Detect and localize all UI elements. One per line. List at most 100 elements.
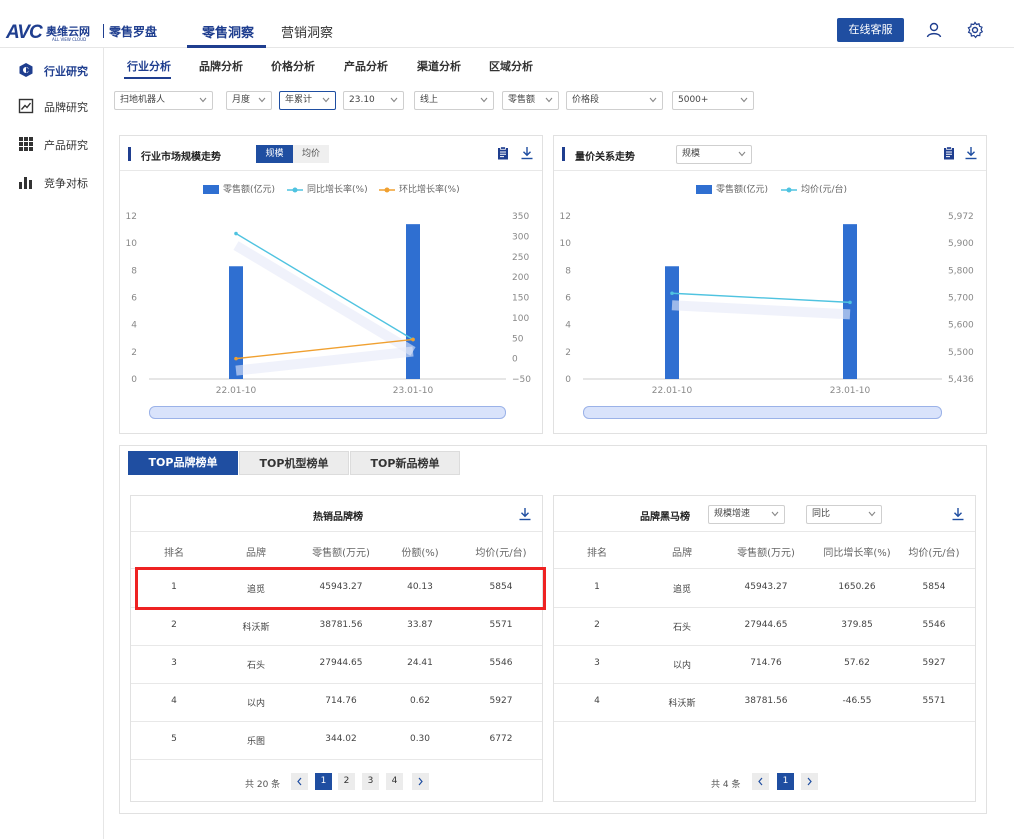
tab-top-models[interactable]: TOP机型榜单 (239, 451, 349, 475)
table-cell: 344.02 (325, 734, 357, 744)
x-tick-label: 23.01-10 (393, 386, 434, 396)
x-tick-label: 22.01-10 (216, 386, 257, 396)
series-shadow (233, 241, 416, 356)
pagination-next[interactable] (412, 773, 429, 790)
online-service-button[interactable]: 在线客服 (837, 18, 904, 42)
price-value-select[interactable]: 5000+ (672, 91, 754, 110)
category-select[interactable]: 扫地机器人 (114, 91, 213, 110)
pagination-prev[interactable] (752, 773, 769, 790)
subtab-channel-analysis[interactable]: 渠道分析 (417, 58, 461, 74)
table-cell: 以内 (246, 699, 265, 709)
table-row[interactable]: 1 追觅 45943.27 1650.26 5854 (554, 569, 975, 607)
logo-avc[interactable]: AVC (6, 22, 43, 44)
table-cell: 2 (171, 620, 177, 630)
pagination-page-1[interactable]: 1 (315, 773, 332, 790)
table-cell: 5854 (922, 582, 946, 592)
table-cell: 5927 (922, 658, 946, 668)
grid-icon (18, 136, 34, 152)
table-row[interactable]: 2 科沃斯 38781.56 33.87 5571 (131, 607, 542, 645)
series-line-0[interactable] (235, 232, 414, 341)
pagination-page-3[interactable]: 3 (362, 773, 379, 790)
series-line-0[interactable] (671, 292, 851, 304)
bar-22.01-10[interactable] (665, 266, 679, 379)
y-tick-label-left: 10 (560, 239, 572, 249)
industry-icon (18, 62, 34, 78)
table-cell: 科沃斯 (668, 699, 696, 709)
table-cell: 乐图 (246, 737, 265, 747)
y-tick-label-right: 300 (512, 232, 529, 242)
pagination-page-4[interactable]: 4 (386, 773, 403, 790)
subtab-industry-analysis[interactable]: 行业分析 (127, 58, 171, 74)
chart-zoom-scrollbar[interactable] (149, 406, 506, 419)
table-row[interactable]: 2 石头 27944.65 379.85 5546 (554, 607, 975, 645)
y-tick-label-left: 12 (126, 212, 137, 222)
sidebar-item-brand[interactable]: 品牌研究 (18, 96, 98, 116)
series-point[interactable] (234, 356, 238, 361)
pagination-next[interactable] (801, 773, 818, 790)
download-icon[interactable] (951, 507, 965, 521)
tab-top-brands[interactable]: TOP品牌榜单 (128, 451, 238, 475)
table-row[interactable]: 4 科沃斯 38781.56 -46.55 5571 (554, 683, 975, 721)
column-header-sales: 零售额(万元) (312, 548, 370, 559)
date-select[interactable]: 23.10 (343, 91, 404, 110)
chevron-down-icon (390, 97, 398, 103)
subtab-region-analysis[interactable]: 区域分析 (489, 58, 533, 74)
chevron-down-icon (649, 97, 657, 103)
dark-horse-panel: 品牌黑马榜 规模增速 同比 排名 品牌 零售额(万元) 同比增长率(%) 均价(… (553, 495, 976, 802)
subtab-product-analysis[interactable]: 产品分析 (344, 58, 388, 74)
highlight-annotation-box (135, 567, 546, 610)
sidebar-item-product[interactable]: 产品研究 (18, 134, 98, 154)
y-tick-label-right: 5,900 (948, 239, 974, 249)
pagination-page-1[interactable]: 1 (777, 773, 794, 790)
download-icon[interactable] (518, 507, 532, 521)
sidebar-item-industry[interactable]: 行业研究 (18, 60, 98, 80)
pagination-prev[interactable] (291, 773, 308, 790)
table-row[interactable]: 3 以内 714.76 57.62 5927 (554, 645, 975, 683)
bar-22.01-10[interactable] (229, 266, 243, 379)
table-cell: 5546 (922, 620, 946, 630)
tab-top-new-products[interactable]: TOP新品榜单 (350, 451, 460, 475)
series-point[interactable] (411, 337, 415, 342)
tab-retail-insight[interactable]: 零售洞察 (202, 22, 254, 41)
table-row[interactable]: 3 石头 27944.65 24.41 5546 (131, 645, 542, 683)
series-point[interactable] (848, 300, 852, 305)
y-tick-label-right: 5,972 (948, 212, 974, 222)
dark-horse-metric-select[interactable]: 规模增速 (708, 505, 785, 524)
y-tick-label-right: 0 (512, 355, 518, 365)
table-cell: 5546 (489, 658, 513, 668)
sidebar-item-competition[interactable]: 竞争对标 (18, 172, 98, 192)
column-header-avg-price: 均价(元/台) (908, 548, 960, 559)
series-shadow (671, 300, 851, 320)
period-select[interactable]: 月度 (226, 91, 272, 110)
gear-icon[interactable] (966, 21, 984, 39)
chevron-right-icon (807, 777, 812, 786)
tab-marketing-insight[interactable]: 营销洞察 (281, 22, 333, 41)
price-volume-chart: 0 2 4 6 8 10 12 5,436 5,500 5,600 5,700 5,800 5,900 5… (560, 212, 974, 396)
y-tick-label-right: 100 (512, 314, 529, 324)
dark-horse-compare-select[interactable]: 同比 (806, 505, 882, 524)
subtab-price-analysis[interactable]: 价格分析 (271, 58, 315, 74)
table-row[interactable]: 5 乐图 344.02 0.30 6772 (131, 721, 542, 759)
channel-select[interactable]: 线上 (414, 91, 494, 110)
subtab-brand-analysis[interactable]: 品牌分析 (199, 58, 243, 74)
accumulation-select[interactable]: 年累计 (279, 91, 336, 110)
series-point[interactable] (670, 291, 674, 296)
user-icon[interactable] (925, 21, 943, 39)
metric-select[interactable]: 零售额 (502, 91, 559, 110)
price-range-select[interactable]: 价格段 (566, 91, 663, 110)
table-cell: 0.62 (409, 696, 431, 706)
chart-zoom-scrollbar[interactable] (583, 406, 942, 419)
hot-brands-panel: 热销品牌榜 排名 品牌 零售额(万元) 份额(%) 均价(元/台) 1 追觅 459… (130, 495, 543, 802)
pagination-total: 共 20 条 (245, 780, 281, 790)
table-row[interactable]: 4 以内 714.76 0.62 5927 (131, 683, 542, 721)
pagination-page-2[interactable]: 2 (338, 773, 355, 790)
y-tick-label-right: 50 (512, 334, 524, 344)
series-point[interactable] (234, 231, 238, 236)
sidebar-item-label: 产品研究 (44, 139, 88, 152)
accumulation-select-value: 年累计 (285, 95, 313, 105)
chevron-right-icon (418, 777, 423, 786)
y-tick-label-left: 0 (565, 375, 571, 385)
y-tick-label-right: 5,500 (948, 348, 974, 358)
y-tick-label-left: 10 (126, 239, 138, 249)
table-cell: 6772 (489, 734, 513, 744)
